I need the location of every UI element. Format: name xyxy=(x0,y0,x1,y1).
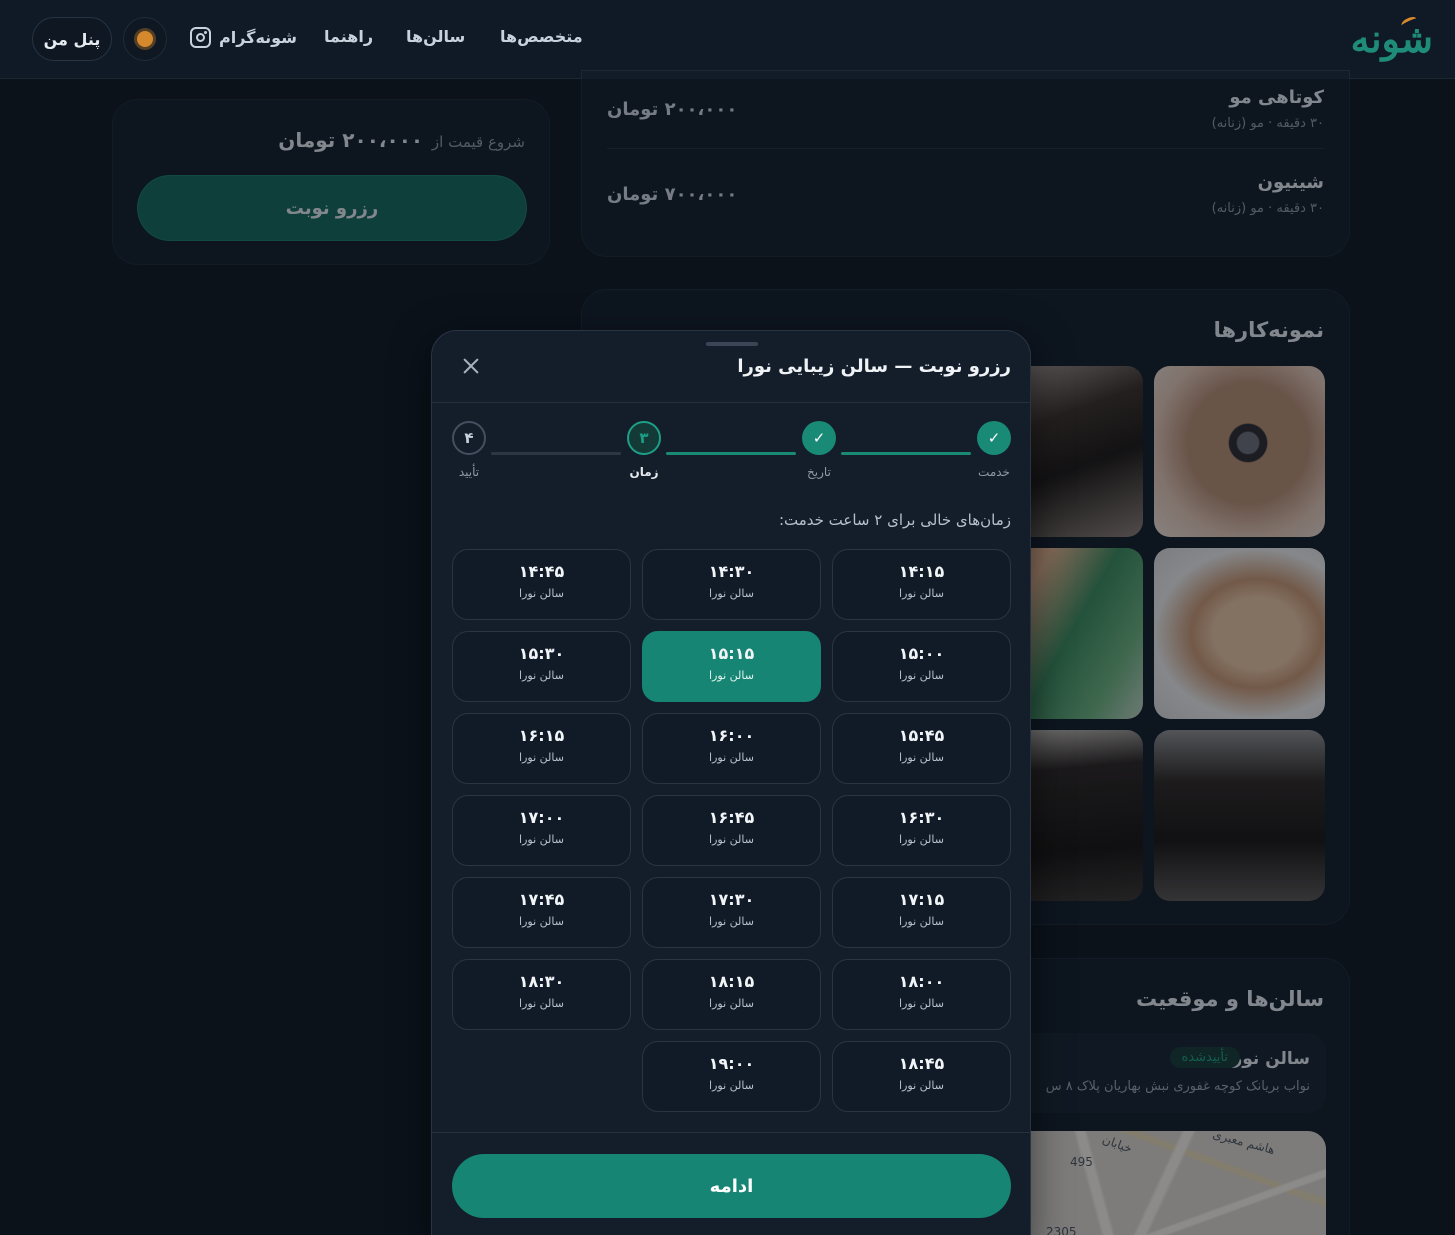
slot-place: سالن نورا xyxy=(519,915,564,928)
slot-place: سالن نورا xyxy=(899,1079,944,1092)
slot-place: سالن نورا xyxy=(899,833,944,846)
time-slot[interactable]: ۱۴:۱۵ سالن نورا xyxy=(832,549,1011,620)
close-icon[interactable] xyxy=(458,353,484,379)
slot-time: ۱۵:۳۰ xyxy=(518,644,565,663)
slot-place: سالن نورا xyxy=(899,997,944,1010)
time-slot[interactable]: ۱۴:۳۰ سالن نورا xyxy=(642,549,821,620)
time-slot[interactable]: ۱۵:۳۰ سالن نورا xyxy=(452,631,631,702)
slot-time: ۱۸:۴۵ xyxy=(898,1054,945,1073)
step-label: خدمت xyxy=(978,465,1010,479)
slot-place: سالن نورا xyxy=(709,833,754,846)
slot-time: ۱۴:۱۵ xyxy=(898,562,945,581)
slot-time: ۱۶:۰۰ xyxy=(708,726,755,745)
slot-place: سالن نورا xyxy=(709,587,754,600)
divider xyxy=(432,1132,1030,1133)
slot-time: ۱۵:۱۵ xyxy=(708,644,755,663)
booking-modal: رزرو نوبت — سالن زیبایی نورا ✓ خدمت ✓ تا… xyxy=(431,330,1031,1235)
step-service: ✓ خدمت xyxy=(964,421,1024,479)
theme-toggle-button[interactable] xyxy=(123,17,167,61)
time-slot[interactable]: ۱۸:۰۰ سالن نورا xyxy=(832,959,1011,1030)
slot-place: سالن نورا xyxy=(519,833,564,846)
slot-time: ۱۷:۱۵ xyxy=(898,890,945,909)
slot-place: سالن نورا xyxy=(519,669,564,682)
slot-place: سالن نورا xyxy=(899,915,944,928)
slot-time: ۱۶:۱۵ xyxy=(518,726,565,745)
step-label: تاریخ xyxy=(807,465,831,479)
step-date: ✓ تاریخ xyxy=(789,421,849,479)
slot-place: سالن نورا xyxy=(899,669,944,682)
slot-place: سالن نورا xyxy=(519,997,564,1010)
slot-place: سالن نورا xyxy=(899,587,944,600)
time-slot[interactable]: ۱۷:۴۵ سالن نورا xyxy=(452,877,631,948)
nav-salons[interactable]: سالن‌ها xyxy=(406,27,465,46)
time-slot[interactable]: ۱۴:۴۵ سالن نورا xyxy=(452,549,631,620)
time-slot[interactable]: ۱۷:۱۵ سالن نورا xyxy=(832,877,1011,948)
time-slot[interactable]: ۱۵:۰۰ سالن نورا xyxy=(832,631,1011,702)
time-slot[interactable]: ۱۹:۰۰ سالن نورا xyxy=(642,1041,821,1112)
nav-guide[interactable]: راهنما xyxy=(324,27,373,46)
step-number: ۳ xyxy=(627,421,661,455)
slot-time: ۱۸:۱۵ xyxy=(708,972,755,991)
slot-time: ۱۸:۰۰ xyxy=(898,972,945,991)
slot-time: ۱۸:۳۰ xyxy=(518,972,565,991)
time-slot[interactable]: ۱۶:۳۰ سالن نورا xyxy=(832,795,1011,866)
time-slot[interactable]: ۱۸:۴۵ سالن نورا xyxy=(832,1041,1011,1112)
step-connector xyxy=(491,452,621,455)
slot-time: ۱۶:۳۰ xyxy=(898,808,945,827)
time-slot[interactable]: ۱۵:۱۵ سالن نورا xyxy=(642,631,821,702)
time-slot[interactable]: ۱۶:۰۰ سالن نورا xyxy=(642,713,821,784)
step-connector xyxy=(666,452,796,455)
booking-stepper: ✓ خدمت ✓ تاریخ ۳ زمان ۴ تأیید xyxy=(432,421,1030,491)
slot-place: سالن نورا xyxy=(899,751,944,764)
slot-time: ۱۵:۴۵ xyxy=(898,726,945,745)
slot-place: سالن نورا xyxy=(709,1079,754,1092)
slot-place: سالن نورا xyxy=(709,997,754,1010)
drag-handle[interactable] xyxy=(706,342,758,346)
my-panel-button[interactable]: پنل من xyxy=(32,17,112,61)
instagram-icon xyxy=(190,27,211,48)
nav-experts[interactable]: متخصص‌ها xyxy=(500,27,583,46)
slot-time: ۱۶:۴۵ xyxy=(708,808,755,827)
step-confirm: ۴ تأیید xyxy=(439,421,499,479)
step-label: تأیید xyxy=(458,465,480,479)
modal-title: رزرو نوبت — سالن زیبایی نورا xyxy=(737,356,1011,377)
slot-time: ۱۵:۰۰ xyxy=(898,644,945,663)
slot-place: سالن نورا xyxy=(709,751,754,764)
slots-heading: زمان‌های خالی برای ۲ ساعت خدمت: xyxy=(778,511,1011,529)
time-slot[interactable]: ۱۵:۴۵ سالن نورا xyxy=(832,713,1011,784)
time-slot[interactable]: ۱۸:۳۰ سالن نورا xyxy=(452,959,631,1030)
slot-time: ۱۴:۳۰ xyxy=(708,562,755,581)
step-label: زمان xyxy=(629,465,659,479)
slot-time: ۱۹:۰۰ xyxy=(708,1054,755,1073)
divider xyxy=(432,402,1030,403)
check-icon: ✓ xyxy=(977,421,1011,455)
time-slot[interactable]: ۱۶:۱۵ سالن نورا xyxy=(452,713,631,784)
time-slot[interactable]: ۱۷:۰۰ سالن نورا xyxy=(452,795,631,866)
continue-button[interactable]: ادامه xyxy=(452,1154,1011,1218)
nav-instagram[interactable]: شونه‌گرام xyxy=(190,27,297,48)
time-slot[interactable]: ۱۶:۴۵ سالن نورا xyxy=(642,795,821,866)
slot-place: سالن نورا xyxy=(519,751,564,764)
slot-place: سالن نورا xyxy=(519,587,564,600)
slot-time: ۱۷:۴۵ xyxy=(518,890,565,909)
time-slot[interactable]: ۱۷:۳۰ سالن نورا xyxy=(642,877,821,948)
sun-icon xyxy=(137,31,153,47)
slot-place: سالن نورا xyxy=(709,669,754,682)
step-number: ۴ xyxy=(452,421,486,455)
nav-instagram-label: شونه‌گرام xyxy=(219,28,297,47)
slot-place: سالن نورا xyxy=(709,915,754,928)
slot-time: ۱۷:۰۰ xyxy=(518,808,565,827)
check-icon: ✓ xyxy=(802,421,836,455)
slot-time: ۱۴:۴۵ xyxy=(518,562,565,581)
top-navbar: شونه متخصص‌ها سالن‌ها راهنما شونه‌گرام پ… xyxy=(0,0,1455,79)
step-time: ۳ زمان xyxy=(614,421,674,479)
step-connector xyxy=(841,452,971,455)
time-slot[interactable]: ۱۸:۱۵ سالن نورا xyxy=(642,959,821,1030)
slot-time: ۱۷:۳۰ xyxy=(708,890,755,909)
